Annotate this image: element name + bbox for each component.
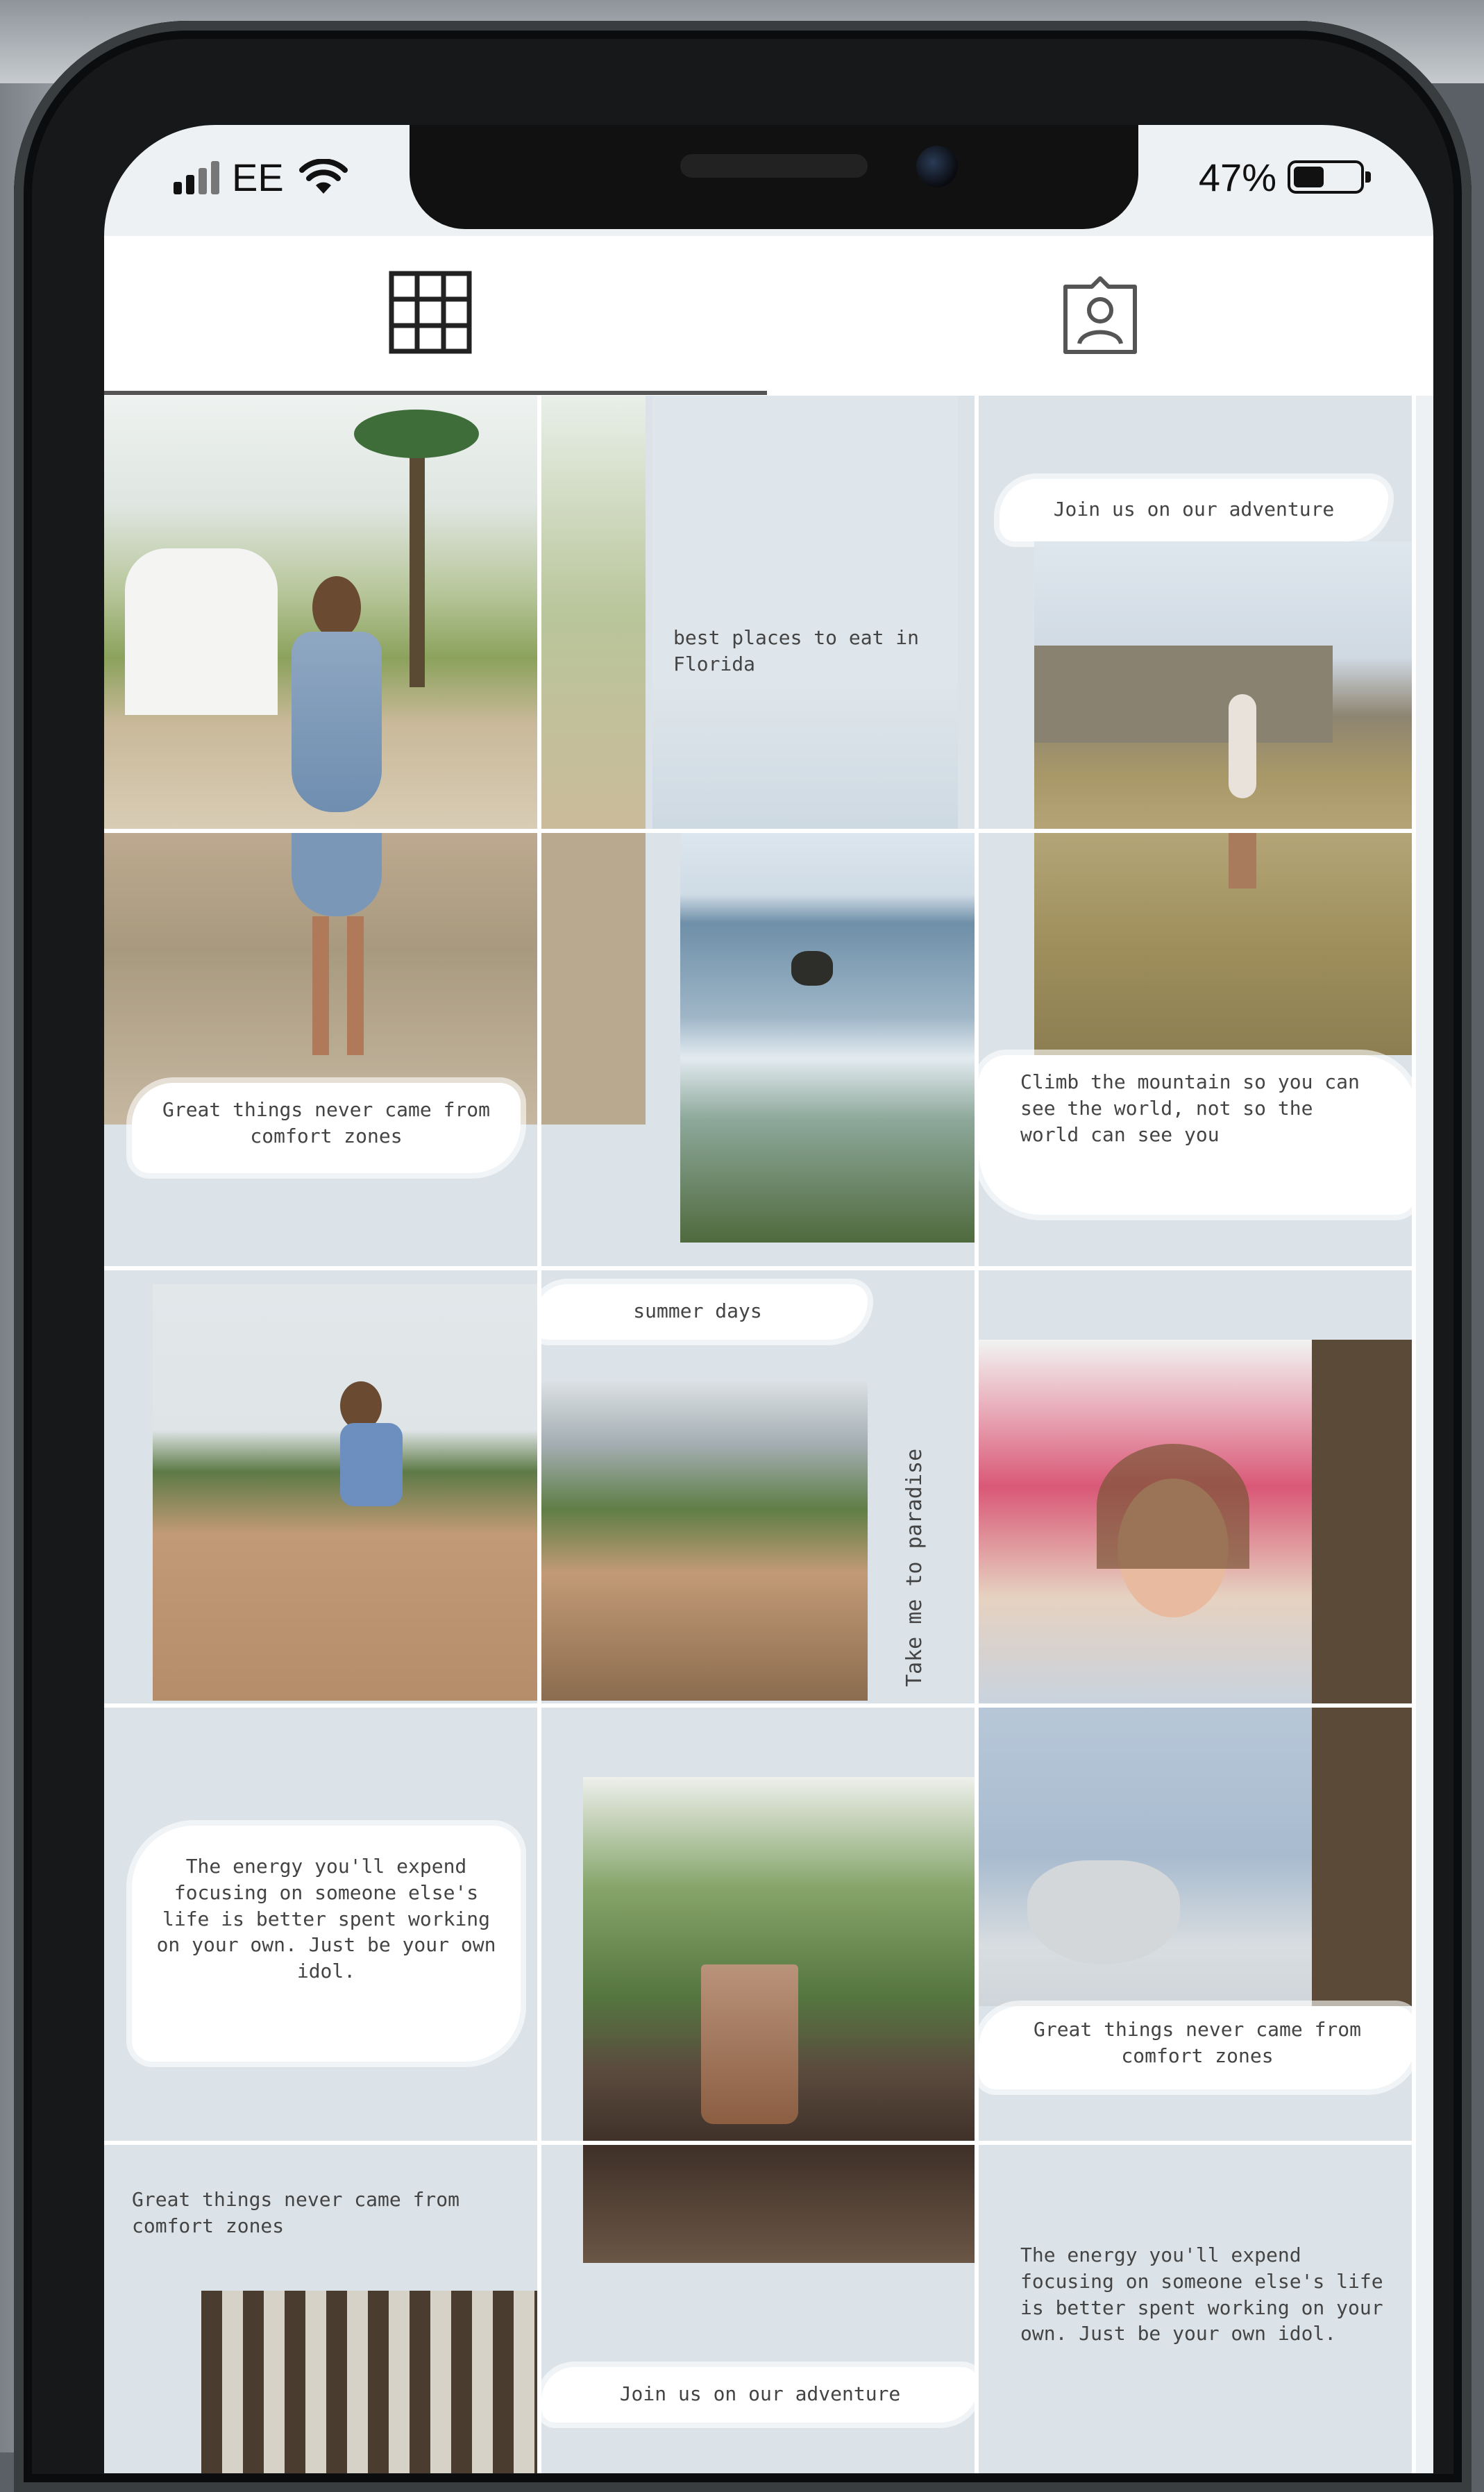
grid-tile[interactable]: Climb the mountain so you can see the wo… <box>979 833 1416 1270</box>
speaker <box>680 154 868 178</box>
grid-tile[interactable] <box>979 1270 1416 1708</box>
caption-join-us-2: Join us on our adventure <box>619 2382 901 2405</box>
photo-table <box>583 2145 979 2263</box>
tagged-person-icon[interactable] <box>1059 274 1142 357</box>
grid-tile[interactable]: Join us on our adventure <box>979 396 1416 833</box>
photo-garden-path <box>104 833 541 1125</box>
grid-tile[interactable]: best places to eat in Florida <box>541 396 979 833</box>
grid-tile[interactable] <box>104 396 541 833</box>
person-dress-lower <box>292 833 382 916</box>
caption-great-things-3: Great things never came from comfort zon… <box>132 2188 460 2237</box>
photo-ocean-coast <box>680 833 979 1243</box>
photo-field <box>1034 833 1416 1055</box>
ruined-building <box>1034 646 1333 743</box>
photo-garden-continued <box>541 396 646 833</box>
caption-climb-mountain: Climb the mountain so you can see the wo… <box>1020 1070 1360 1146</box>
photo-garden <box>104 396 541 833</box>
wifi-icon <box>298 159 348 194</box>
grid-icon[interactable] <box>389 271 472 354</box>
sky-area <box>652 396 958 833</box>
caption-summer-days: summer days <box>633 1299 762 1322</box>
front-camera <box>916 146 958 187</box>
caption-energy-2: The energy you'll expend focusing on som… <box>1020 2243 1383 2346</box>
photo-ruins <box>1034 541 1416 833</box>
photo-iced-coffee <box>583 1777 979 2145</box>
notch <box>410 125 1138 229</box>
battery-fill <box>1294 167 1324 187</box>
caption-great-things: Great things never came from comfort zon… <box>162 1098 490 1147</box>
white-building <box>125 548 278 715</box>
person-hair <box>1097 1444 1249 1569</box>
signal-icon <box>174 160 219 194</box>
caption-best-places: best places to eat in Florida <box>673 626 920 675</box>
person-jeans <box>340 1423 403 1506</box>
grid-tile[interactable]: Great things never came from comfort zon… <box>104 2145 541 2473</box>
carrier-label: EE <box>232 155 284 199</box>
sea-rock <box>791 951 833 986</box>
palm-trunk <box>1312 1340 1416 1708</box>
status-bar-right: 47% <box>1198 146 1371 208</box>
coffee-glass <box>701 1964 798 2124</box>
grid-tile[interactable] <box>541 1708 979 2145</box>
phone-frame: EE 47% best places to eat in Florida Joi… <box>14 21 1472 2492</box>
battery-percent: 47% <box>1198 155 1276 199</box>
photo-grid: best places to eat in Florida Join us on… <box>104 396 1433 2473</box>
photo-flowers-portrait <box>979 1340 1416 1708</box>
person-figure <box>1229 694 1256 798</box>
palm-trunk <box>1312 1708 1416 2006</box>
profile-tab-bar <box>104 236 1433 396</box>
grid-tile[interactable]: Great things never came from comfort zon… <box>979 1708 1416 2145</box>
grid-tile[interactable] <box>104 1270 541 1708</box>
person-legs <box>1229 833 1256 889</box>
caption-great-things-2: Great things never came from comfort zon… <box>1033 2018 1361 2067</box>
photo-pergola <box>201 2291 541 2473</box>
palm-trunk <box>410 423 425 687</box>
active-tab-indicator <box>104 391 767 395</box>
caption-take-me-paradise: Take me to paradise <box>902 1448 927 1687</box>
caption-energy: The energy you'll expend focusing on som… <box>156 1855 496 1983</box>
person-leg <box>347 916 364 1055</box>
handbag <box>1027 1860 1180 1964</box>
grid-tile[interactable]: Join us on our adventure <box>541 2145 979 2473</box>
person-leg <box>312 916 329 1055</box>
phone-screen: EE 47% best places to eat in Florida Joi… <box>104 125 1433 2473</box>
person-head <box>312 576 361 639</box>
palm-frond <box>354 410 479 458</box>
photo-garden-path-continued <box>541 833 646 1125</box>
status-bar-left: EE <box>174 146 348 208</box>
grid-tile[interactable]: The energy you'll expend focusing on som… <box>104 1708 541 2145</box>
photo-portrait-dress <box>979 1708 1416 2006</box>
photo-rock-sitting <box>153 1284 541 1701</box>
grid-tile[interactable]: Great things never came from comfort zon… <box>104 833 541 1270</box>
grid-tile[interactable] <box>541 833 979 1270</box>
photo-hills <box>541 1381 868 1701</box>
grid-tile[interactable]: The energy you'll expend focusing on som… <box>979 2145 1416 2473</box>
person-dress <box>292 632 382 812</box>
caption-join-us: Join us on our adventure <box>1053 498 1335 521</box>
battery-icon <box>1288 160 1371 194</box>
grid-tile[interactable]: summer days Take me to paradise <box>541 1270 979 1708</box>
